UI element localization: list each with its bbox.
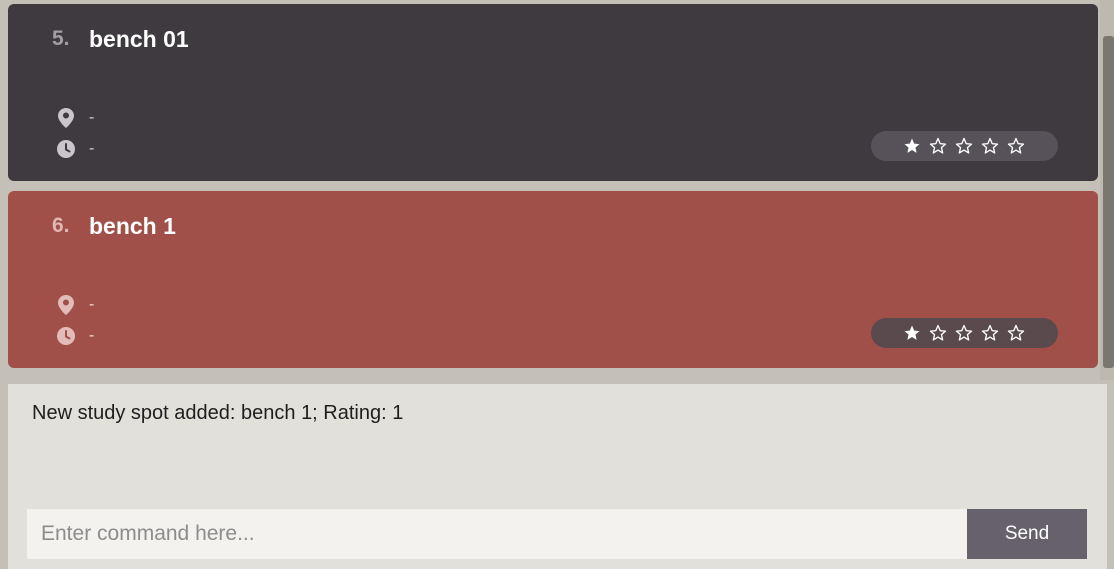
star-outline-icon bbox=[1006, 136, 1026, 156]
star-outline-icon bbox=[980, 136, 1000, 156]
study-spot-card-selected[interactable]: 6. bench 1 - - bbox=[8, 191, 1098, 368]
spot-name: bench 01 bbox=[89, 26, 189, 52]
location-value: - bbox=[89, 296, 95, 313]
map-pin-icon bbox=[56, 295, 76, 315]
rating-stars bbox=[871, 318, 1058, 348]
study-spot-card[interactable]: 5. bench 01 - - bbox=[8, 4, 1098, 181]
command-panel: New study spot added: bench 1; Rating: 1… bbox=[8, 384, 1107, 569]
time-row: - bbox=[56, 139, 94, 159]
star-outline-icon bbox=[954, 136, 974, 156]
star-outline-icon bbox=[1006, 323, 1026, 343]
scrollbar-thumb[interactable] bbox=[1103, 36, 1114, 368]
clock-icon bbox=[56, 326, 76, 346]
spot-name: bench 1 bbox=[89, 213, 176, 239]
rating-stars bbox=[871, 131, 1058, 161]
star-outline-icon bbox=[928, 323, 948, 343]
location-row: - bbox=[56, 108, 94, 128]
spot-index: 5. bbox=[52, 27, 70, 50]
clock-icon bbox=[56, 139, 76, 159]
send-button[interactable]: Send bbox=[967, 509, 1087, 559]
star-filled-icon bbox=[902, 323, 922, 343]
result-message: New study spot added: bench 1; Rating: 1 bbox=[32, 402, 404, 424]
time-row: - bbox=[56, 326, 94, 346]
study-spot-list[interactable]: 5. bench 01 - - 6. bench 1 - - bbox=[0, 0, 1100, 380]
list-scrollbar[interactable] bbox=[1100, 0, 1114, 380]
star-outline-icon bbox=[980, 323, 1000, 343]
star-outline-icon bbox=[928, 136, 948, 156]
command-input[interactable] bbox=[27, 509, 967, 559]
star-outline-icon bbox=[954, 323, 974, 343]
time-value: - bbox=[89, 327, 95, 344]
app-window: 5. bench 01 - - 6. bench 1 - - New study… bbox=[0, 0, 1114, 569]
location-value: - bbox=[89, 109, 95, 126]
map-pin-icon bbox=[56, 108, 76, 128]
star-filled-icon bbox=[902, 136, 922, 156]
spot-index: 6. bbox=[52, 214, 70, 237]
time-value: - bbox=[89, 140, 95, 157]
location-row: - bbox=[56, 295, 94, 315]
